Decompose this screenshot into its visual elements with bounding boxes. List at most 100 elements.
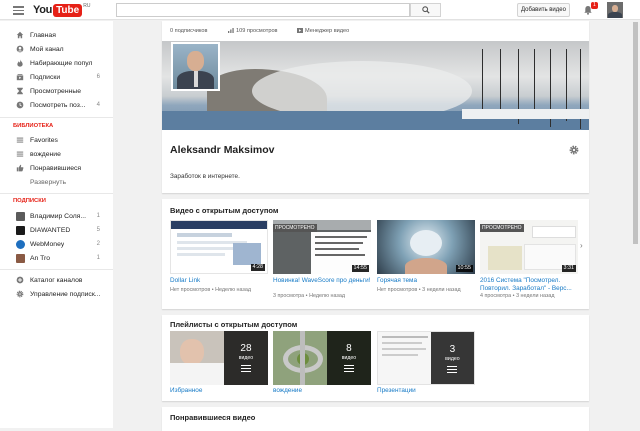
channel-banner[interactable] [162, 41, 589, 130]
sidebar: Главная Мой канал Набирающие популя... П… [0, 21, 113, 428]
channel-avatar [16, 239, 25, 249]
logo-region: RU [83, 3, 91, 9]
playlist-unit: видео [341, 355, 357, 361]
home-icon [16, 31, 24, 39]
sidebar-item-trending[interactable]: Набирающие популя... [0, 57, 113, 69]
section-title[interactable]: Видео с открытым доступом [170, 206, 278, 215]
views-stat: 109 просмотров [228, 28, 278, 34]
logo-tube-text: Tube [53, 3, 83, 17]
playlist-title[interactable]: Презентации [377, 387, 475, 395]
sidebar-item-home[interactable]: Главная [0, 29, 113, 41]
public-videos-section: Видео с открытым доступом 4:28 Dollar Li… [162, 199, 589, 309]
sidebar-sub-vladimir[interactable]: Владимир Соля... 1 [0, 210, 113, 222]
sidebar-item-label: Каталог каналов [30, 276, 83, 284]
video-manager-link[interactable]: Менеджер видео [297, 28, 349, 34]
section-title[interactable]: Понравившиеся видео [170, 413, 255, 422]
watched-label: ПРОСМОТРЕНО [480, 224, 524, 232]
section-title[interactable]: Плейлисты с открытым доступом [170, 320, 297, 329]
playlist-thumbnail[interactable]: 8 видео [273, 331, 371, 385]
video-thumbnail[interactable]: ПРОСМОТРЕНО 3:31 [480, 220, 578, 274]
divider [0, 117, 113, 118]
subscriptions-heading[interactable]: ПОДПИСКИ [13, 198, 46, 204]
expand-label: Развернуть [30, 178, 67, 186]
top-bar: You Tube RU Добавить видео 1 [0, 0, 640, 20]
playlist-overlay: 3 видео [430, 332, 474, 384]
library-heading[interactable]: БИБЛИОТЕКА [13, 123, 53, 129]
playlist-count: 3 [449, 344, 456, 355]
playlists-section: Плейлисты с открытым доступом 28 видео И… [162, 315, 589, 401]
video-thumbnail[interactable]: 10:55 [377, 220, 475, 274]
sidebar-item-history[interactable]: Просмотренные [0, 85, 113, 97]
sidebar-item-count: 5 [96, 227, 100, 233]
video-meta: Нет просмотров • Неделю назад [170, 287, 252, 293]
video-title[interactable]: Dollar Link [170, 277, 268, 285]
sidebar-sub-webmoney[interactable]: WebMoney 2 [0, 238, 113, 250]
sidebar-item-label: Подписки [30, 73, 61, 81]
subscriptions-icon [16, 73, 24, 81]
sidebar-item-channel-catalog[interactable]: Каталог каналов [0, 274, 113, 286]
playlist-thumbnail[interactable]: 3 видео [377, 331, 475, 385]
sidebar-item-label: Главная [30, 31, 56, 39]
playlist-unit: видео [238, 355, 254, 361]
sidebar-item-manage-subscriptions[interactable]: Управление подписк... [0, 288, 113, 300]
video-thumbnail[interactable]: 4:28 [170, 220, 268, 274]
banner-mast [500, 49, 501, 115]
logo-text: You [33, 4, 53, 16]
sidebar-item-label: Понравившиеся [30, 164, 82, 172]
sidebar-item-label: Посмотреть поз... [30, 101, 86, 109]
banner-boats [462, 109, 589, 119]
playlist-thumbnail[interactable]: 28 видео [170, 331, 268, 385]
notification-badge: 1 [591, 2, 598, 9]
search-button[interactable] [410, 3, 441, 17]
playlist-icon [343, 365, 354, 374]
playlist-title[interactable]: вождение [273, 387, 371, 395]
playlist-unit: видео [445, 356, 460, 362]
scrollbar-thumb[interactable] [633, 22, 638, 244]
upload-button[interactable]: Добавить видео [517, 3, 570, 17]
sidebar-item-label: Владимир Соля... [30, 212, 87, 220]
watch-later-icon [16, 101, 24, 109]
channel-main: 0 подписчиков 109 просмотров Менеджер ви… [162, 21, 589, 431]
channel-avatar [16, 211, 25, 221]
sidebar-item-liked[interactable]: Понравившиеся [0, 162, 113, 174]
playlist-title[interactable]: Избранное [170, 387, 268, 395]
sidebar-item-watch-later[interactable]: Посмотреть поз... 4 [0, 99, 113, 111]
channel-avatar[interactable] [171, 42, 220, 91]
sidebar-item-subscriptions[interactable]: Подписки 6 [0, 71, 113, 83]
sidebar-sub-an-tro[interactable]: An Tro 1 [0, 252, 113, 264]
video-title[interactable]: Новинка! WaveScore про деньги! [273, 277, 371, 293]
plus-circle-icon [16, 276, 24, 284]
video-duration: 3:31 [561, 265, 576, 272]
video-thumbnail[interactable]: ПРОСМОТРЕНО 14:55 [273, 220, 371, 274]
liked-videos-section: Понравившиеся видео [162, 407, 589, 431]
sidebar-item-label: WebMoney [30, 240, 65, 248]
search-input[interactable] [116, 3, 410, 17]
sidebar-item-driving[interactable]: вождение [0, 148, 113, 160]
video-views: 3 просмотра [273, 293, 305, 299]
sidebar-item-my-channel[interactable]: Мой канал [0, 43, 113, 55]
sidebar-sub-diawanted[interactable]: DIAWANTED 5 [0, 224, 113, 236]
divider [0, 193, 113, 194]
sidebar-item-label: вождение [30, 150, 61, 158]
sidebar-item-label: DIAWANTED [30, 226, 71, 234]
sidebar-item-count: 4 [96, 102, 100, 108]
avatar[interactable] [607, 2, 623, 18]
menu-icon[interactable] [13, 6, 24, 15]
video-title[interactable]: 2016 Система "Посмотрел. Повторил. Зараб… [480, 277, 578, 293]
sidebar-item-count: 2 [96, 241, 100, 247]
sidebar-item-label: Управление подписк... [30, 290, 101, 298]
sidebar-expand[interactable]: Развернуть [0, 176, 113, 188]
watched-label: ПРОСМОТРЕНО [273, 224, 317, 232]
youtube-logo[interactable]: You Tube RU [33, 3, 90, 17]
sidebar-item-favorites[interactable]: Favorites [0, 134, 113, 146]
video-views: 4 просмотра [480, 293, 512, 299]
channel-avatar [16, 225, 25, 235]
video-duration: 14:55 [351, 265, 369, 272]
gear-icon[interactable] [569, 145, 579, 158]
channel-header-card: 0 подписчиков 109 просмотров Менеджер ви… [162, 21, 589, 193]
chevron-right-icon[interactable]: › [580, 241, 583, 250]
view-count: 109 просмотров [236, 28, 278, 34]
video-duration: 4:28 [250, 264, 265, 271]
sidebar-item-label: Мой канал [30, 45, 64, 53]
video-title[interactable]: Горячая тема [377, 277, 475, 285]
